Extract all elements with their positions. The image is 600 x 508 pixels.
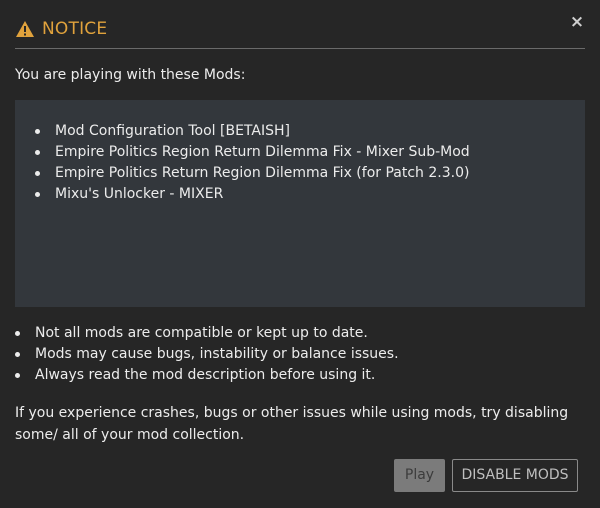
mod-item: Empire Politics Return Region Dilemma Fi… (35, 163, 470, 184)
dialog-title: NOTICE (42, 19, 108, 39)
header-divider (15, 48, 585, 49)
warning-list: Not all mods are compatible or kept up t… (15, 323, 399, 386)
warning-item: Always read the mod description before u… (15, 365, 399, 386)
mod-item: Mod Configuration Tool [BETAISH] (35, 121, 470, 142)
mod-item: Empire Politics Region Return Dilemma Fi… (35, 142, 470, 163)
dialog-header: NOTICE (15, 16, 107, 42)
intro-text: You are playing with these Mods: (15, 67, 246, 83)
warning-item: Not all mods are compatible or kept up t… (15, 323, 399, 344)
mods-list-panel: Mod Configuration Tool [BETAISH] Empire … (15, 100, 585, 307)
mods-list: Mod Configuration Tool [BETAISH] Empire … (35, 121, 470, 205)
warning-item: Mods may cause bugs, instability or bala… (15, 344, 399, 365)
mods-notice-dialog: × NOTICE You are playing with these Mods… (0, 0, 600, 508)
mod-item: Mixu's Unlocker - MIXER (35, 184, 470, 205)
footer-text: If you experience crashes, bugs or other… (15, 405, 569, 443)
warning-triangle-icon (16, 21, 34, 37)
disable-mods-button[interactable]: DISABLE MODS (452, 459, 578, 492)
play-button[interactable]: Play (394, 459, 445, 492)
close-icon[interactable]: × (569, 12, 585, 32)
